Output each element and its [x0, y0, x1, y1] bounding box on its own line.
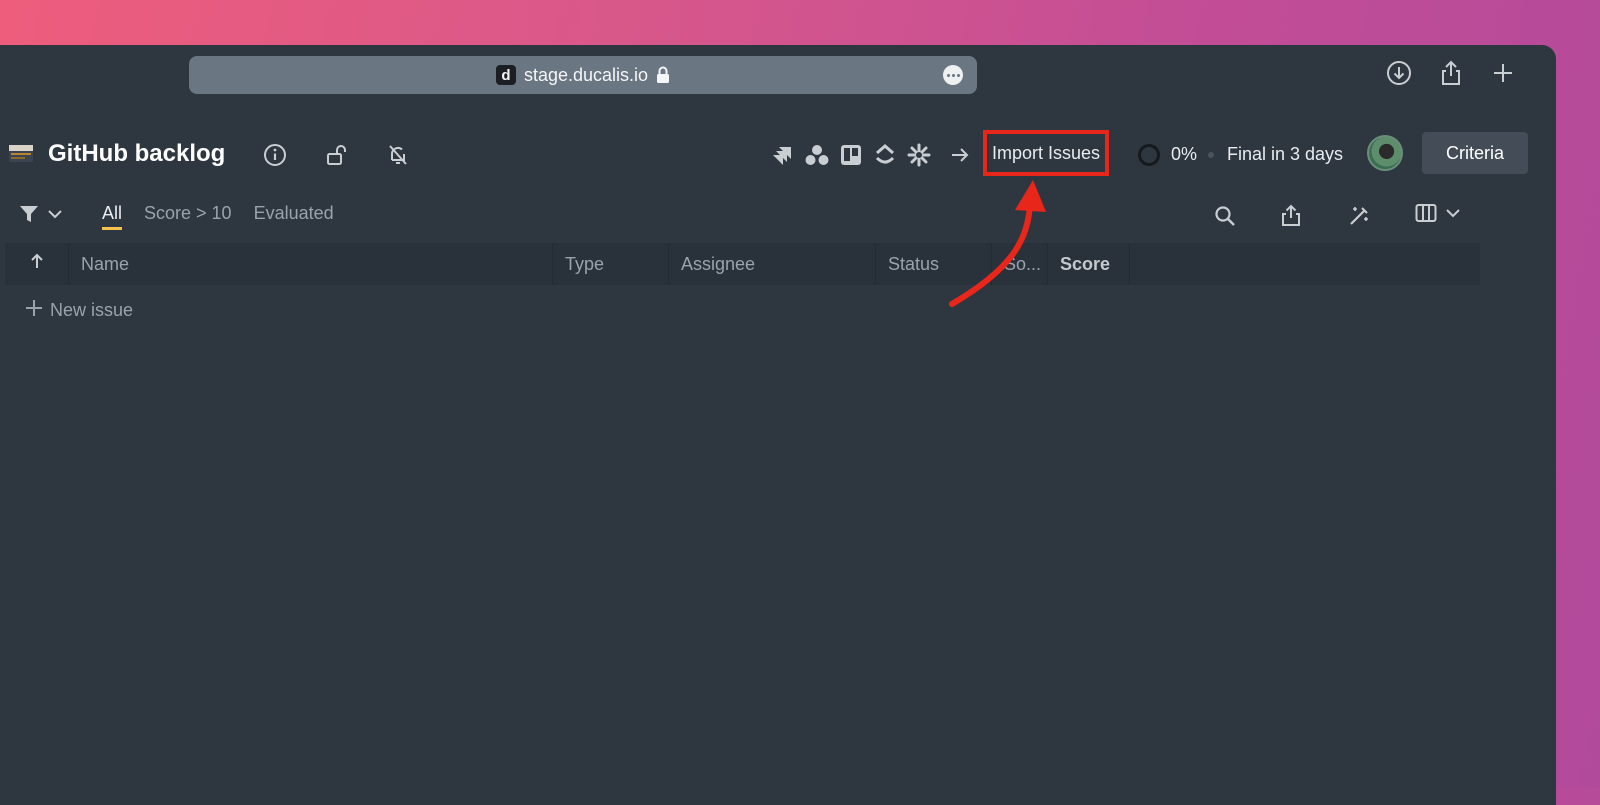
tab-evaluated[interactable]: Evaluated	[254, 203, 334, 230]
progress-ring-icon	[1138, 144, 1160, 166]
filter-dropdown[interactable]	[18, 203, 64, 230]
trello-icon[interactable]	[838, 142, 864, 168]
criteria-label: Criteria	[1445, 142, 1504, 163]
column-score[interactable]: Score	[1048, 243, 1130, 285]
separator-dot	[1208, 152, 1214, 158]
lock-icon	[656, 66, 670, 84]
table-header: Name Type Assignee Status So... Score	[5, 243, 1480, 285]
tab-all[interactable]: All	[102, 203, 123, 230]
columns-icon	[1415, 203, 1437, 228]
filter-bar: All Score > 10 Evaluated	[0, 195, 1556, 235]
notifications-off-icon[interactable]	[385, 142, 411, 168]
column-source[interactable]: So...	[992, 243, 1048, 285]
unlock-icon[interactable]	[324, 142, 350, 168]
asana-icon[interactable]	[804, 142, 830, 168]
column-name[interactable]: Name	[69, 243, 553, 285]
chevron-down-icon	[46, 205, 64, 228]
new-issue-label: New issue	[50, 300, 134, 320]
search-icon[interactable]	[1212, 203, 1238, 229]
columns-menu[interactable]	[1415, 203, 1461, 228]
deadline-text[interactable]: Final in 3 days	[1227, 144, 1343, 165]
avatar[interactable]	[1367, 135, 1403, 171]
download-icon[interactable]	[1386, 60, 1412, 86]
address-bar[interactable]: d stage.ducalis.io	[189, 56, 977, 94]
export-icon[interactable]	[1278, 203, 1304, 229]
url-text[interactable]: stage.ducalis.io	[524, 65, 648, 86]
more-icon[interactable]	[943, 65, 963, 85]
board-title: GitHub backlog	[48, 140, 226, 167]
chevron-down-icon	[1445, 205, 1461, 226]
plus-icon	[24, 298, 44, 323]
filter-icon	[18, 203, 40, 230]
info-icon[interactable]	[262, 142, 288, 168]
arrow-right-icon	[947, 142, 973, 168]
import-issues-label: Import Issues	[991, 142, 1101, 163]
browser-window: d stage.ducalis.io GitHub backlog Import…	[0, 45, 1556, 805]
site-favicon: d	[495, 65, 516, 85]
column-status[interactable]: Status	[876, 243, 992, 285]
tab-score-gt-10[interactable]: Score > 10	[144, 203, 232, 230]
criteria-button[interactable]: Criteria	[1422, 132, 1528, 174]
share-icon[interactable]	[1438, 60, 1464, 86]
jira-icon[interactable]	[770, 142, 796, 168]
clickup-icon[interactable]	[872, 142, 898, 168]
new-issue-button[interactable]: New issue	[24, 298, 133, 323]
progress-percent: 0%	[1171, 144, 1198, 164]
sort-column[interactable]	[5, 243, 69, 285]
import-issues-button[interactable]: Import Issues	[983, 130, 1109, 176]
wand-icon[interactable]	[1346, 203, 1372, 229]
board-emoji-icon	[8, 142, 34, 164]
column-type[interactable]: Type	[553, 243, 669, 285]
arrow-up-icon	[29, 243, 45, 285]
new-tab-icon[interactable]	[1490, 60, 1516, 86]
column-assignee[interactable]: Assignee	[669, 243, 876, 285]
zapier-icon[interactable]	[906, 142, 932, 168]
board-header: GitHub backlog Import Issues 0% Final in…	[0, 130, 1556, 180]
